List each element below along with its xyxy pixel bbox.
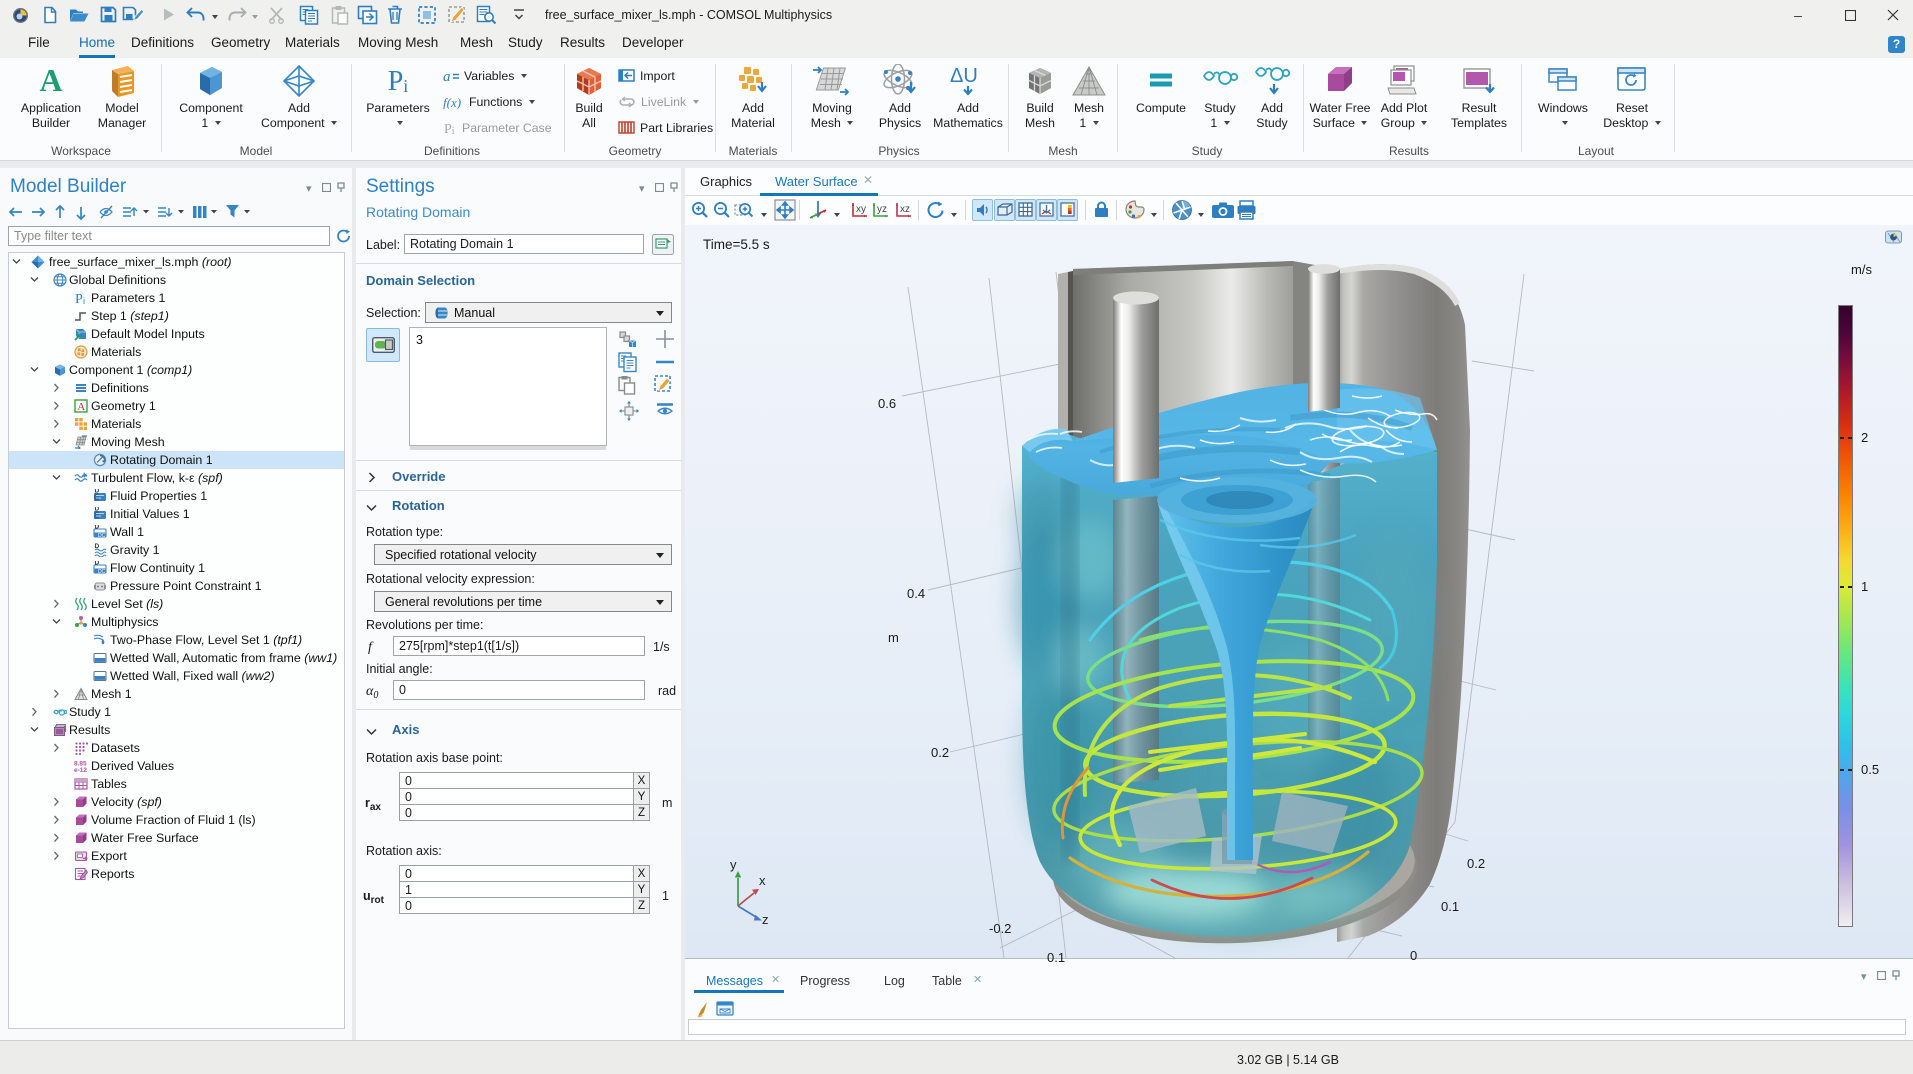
svg-text:P: P <box>75 292 83 305</box>
svg-text:ΔU: ΔU <box>950 65 978 87</box>
svg-text:e-12: e-12 <box>74 767 87 773</box>
svg-text:x: x <box>759 873 766 888</box>
svg-text:D: D <box>95 507 100 513</box>
svg-text:D: D <box>95 561 100 567</box>
svg-text:z: z <box>762 912 769 927</box>
svg-text:A: A <box>77 401 85 413</box>
svg-text:D: D <box>95 489 100 495</box>
svg-text:y: y <box>730 860 737 872</box>
svg-text:Pi: Pi <box>444 122 455 135</box>
svg-text:Pi: Pi <box>388 66 409 97</box>
svg-text:DC: DC <box>98 533 106 539</box>
svg-text:i: i <box>83 296 85 305</box>
svg-text:a: a <box>443 69 451 83</box>
svg-text:xy: xy <box>856 204 866 215</box>
svg-text:A: A <box>39 64 62 98</box>
svg-text:f(x): f(x) <box>443 95 461 109</box>
svg-text:DC: DC <box>98 569 106 575</box>
svg-text:yz: yz <box>877 204 887 215</box>
svg-text:D: D <box>95 525 100 531</box>
svg-text:xz: xz <box>900 204 910 215</box>
